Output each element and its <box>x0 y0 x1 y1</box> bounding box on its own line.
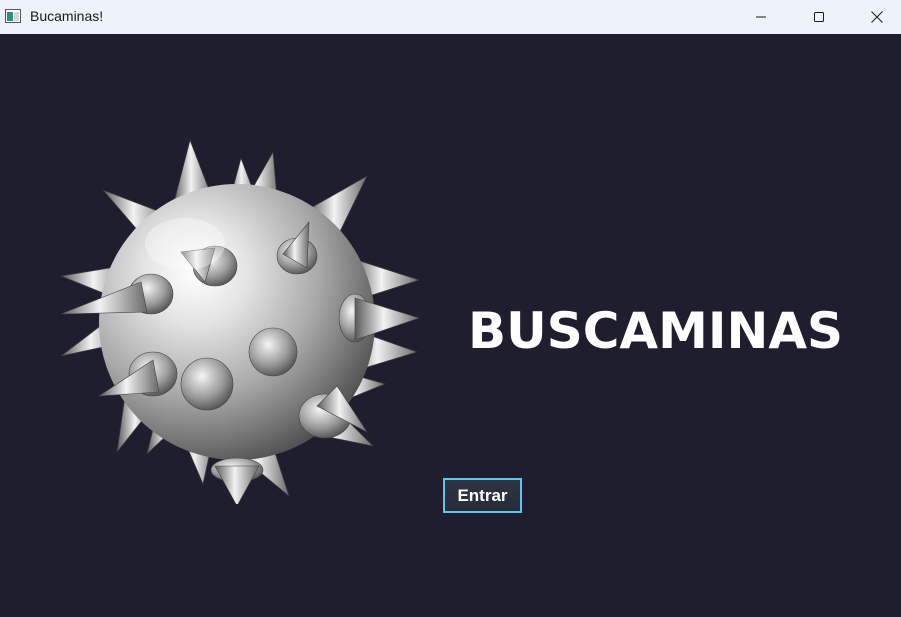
window-title: Bucaminas! <box>30 8 104 24</box>
app-window-icon <box>5 9 21 23</box>
minimize-icon <box>756 16 766 18</box>
enter-button[interactable]: Entrar <box>443 478 522 513</box>
mine-icon <box>59 138 421 504</box>
title-bar[interactable]: Bucaminas! <box>0 0 901 34</box>
close-button[interactable] <box>848 0 901 34</box>
app-window: Bucaminas! BUSCAMINAS Entrar <box>0 0 901 617</box>
maximize-icon <box>814 12 824 22</box>
minimize-button[interactable] <box>732 0 790 34</box>
game-title: BUSCAMINAS <box>468 302 844 360</box>
close-icon <box>871 11 883 23</box>
maximize-button[interactable] <box>790 0 848 34</box>
main-content: BUSCAMINAS Entrar <box>0 34 901 617</box>
